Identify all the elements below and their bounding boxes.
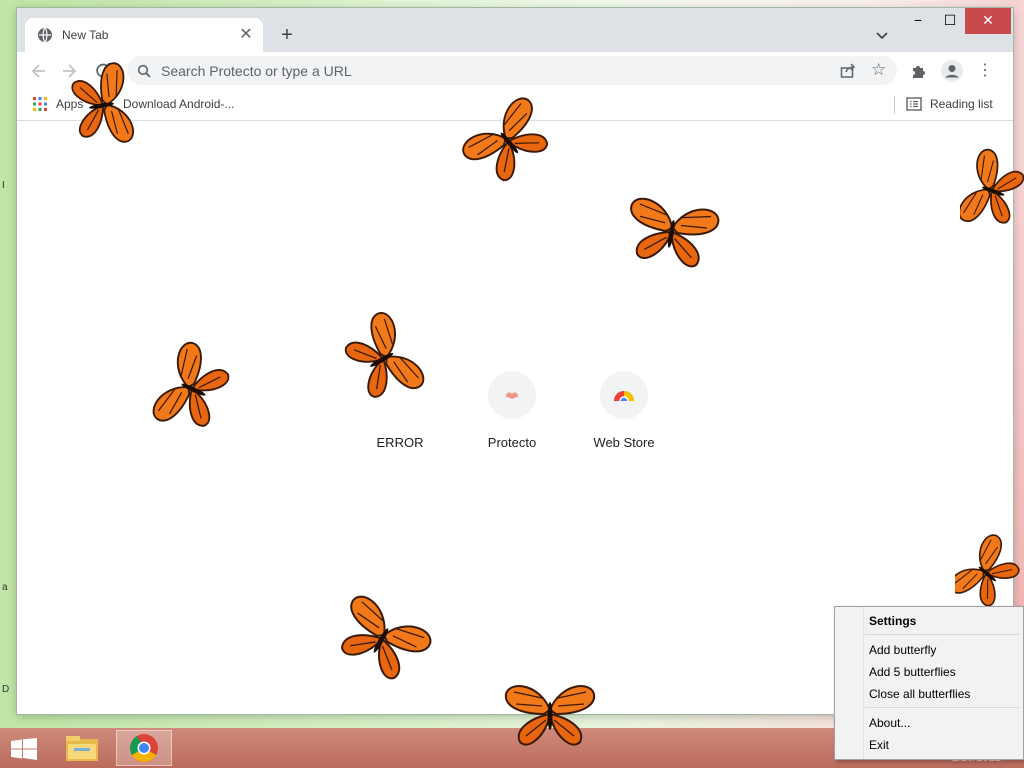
butterfly-icon xyxy=(458,93,560,190)
menu-item-settings[interactable]: Settings xyxy=(869,614,916,628)
share-icon[interactable] xyxy=(839,62,857,80)
address-placeholder: Search Protecto or type a URL xyxy=(161,63,352,79)
desktop-edge-mark: a xyxy=(2,582,8,593)
menu-separator xyxy=(865,707,1019,708)
star-icon[interactable]: ☆ xyxy=(871,60,886,80)
chrome-icon xyxy=(130,734,158,762)
menu-separator xyxy=(865,634,1019,635)
maximize-button[interactable]: ☐ xyxy=(933,8,967,34)
butterfly-icon xyxy=(148,338,237,441)
puzzle-icon[interactable] xyxy=(910,62,928,80)
taskbar-file-explorer[interactable] xyxy=(54,730,110,766)
shortcut-label: ERROR xyxy=(376,435,424,450)
globe-icon xyxy=(38,27,52,43)
file-explorer-icon xyxy=(66,736,98,761)
menu-item-add-butterfly[interactable]: Add butterfly xyxy=(869,643,936,657)
butterfly-icon xyxy=(621,195,722,271)
windows-start-icon[interactable] xyxy=(10,738,38,760)
shortcut-icon xyxy=(488,371,536,419)
menu-item-about[interactable]: About... xyxy=(869,716,910,730)
chevron-down-icon[interactable] xyxy=(874,28,890,42)
menu-gutter xyxy=(835,607,864,759)
window-close-button[interactable]: ✕ xyxy=(965,8,1011,34)
butterfly-icon xyxy=(955,532,1024,612)
butterfly-icon xyxy=(328,591,436,689)
profile-icon[interactable] xyxy=(941,60,963,82)
back-arrow-icon[interactable] xyxy=(29,61,49,81)
shortcut-label: Web Store xyxy=(593,435,655,450)
protecto-icon xyxy=(506,392,518,399)
shortcut-tile-web-store[interactable]: Web Store xyxy=(574,371,674,461)
new-tab-button[interactable]: + xyxy=(275,24,299,48)
shortcut-icon xyxy=(600,371,648,419)
butterfly-icon xyxy=(68,60,136,151)
taskbar-chrome[interactable] xyxy=(116,730,172,766)
avatar xyxy=(945,65,959,78)
toolbar: Search Protecto or type a URL ☆ ⋮ xyxy=(17,52,1013,90)
tab-title: New Tab xyxy=(62,28,109,42)
butterfly-context-menu: Settings Add butterfly Add 5 butterflies… xyxy=(834,606,1024,760)
reading-list-icon xyxy=(906,97,922,111)
address-bar[interactable]: Search Protecto or type a URL ☆ xyxy=(127,56,897,85)
reading-list-button[interactable]: Reading list xyxy=(930,97,993,111)
minimize-button[interactable]: − xyxy=(901,8,935,34)
shortcut-label: Protecto xyxy=(487,435,537,450)
menu-item-exit[interactable]: Exit xyxy=(869,738,889,752)
bookmarks-divider xyxy=(894,96,895,114)
kebab-menu-icon[interactable]: ⋮ xyxy=(977,61,993,81)
butterfly-icon xyxy=(504,685,596,746)
chrome-web-store-icon xyxy=(613,391,635,406)
tab-close-button[interactable]: ✕ xyxy=(237,26,255,44)
menu-item-add-5-butterflies[interactable]: Add 5 butterflies xyxy=(869,665,956,679)
desktop-edge-mark: D xyxy=(2,684,10,695)
desktop-edge-mark: I xyxy=(2,180,5,191)
butterfly-icon xyxy=(960,146,1024,236)
shortcut-tile-protecto[interactable]: Protecto xyxy=(462,371,562,461)
apps-grid-icon xyxy=(33,97,47,111)
butterfly-icon xyxy=(336,308,429,411)
menu-item-close-all-butterflies[interactable]: Close all butterflies xyxy=(869,687,970,701)
tab-strip: New Tab ✕ + − ☐ ✕ xyxy=(17,8,1013,52)
